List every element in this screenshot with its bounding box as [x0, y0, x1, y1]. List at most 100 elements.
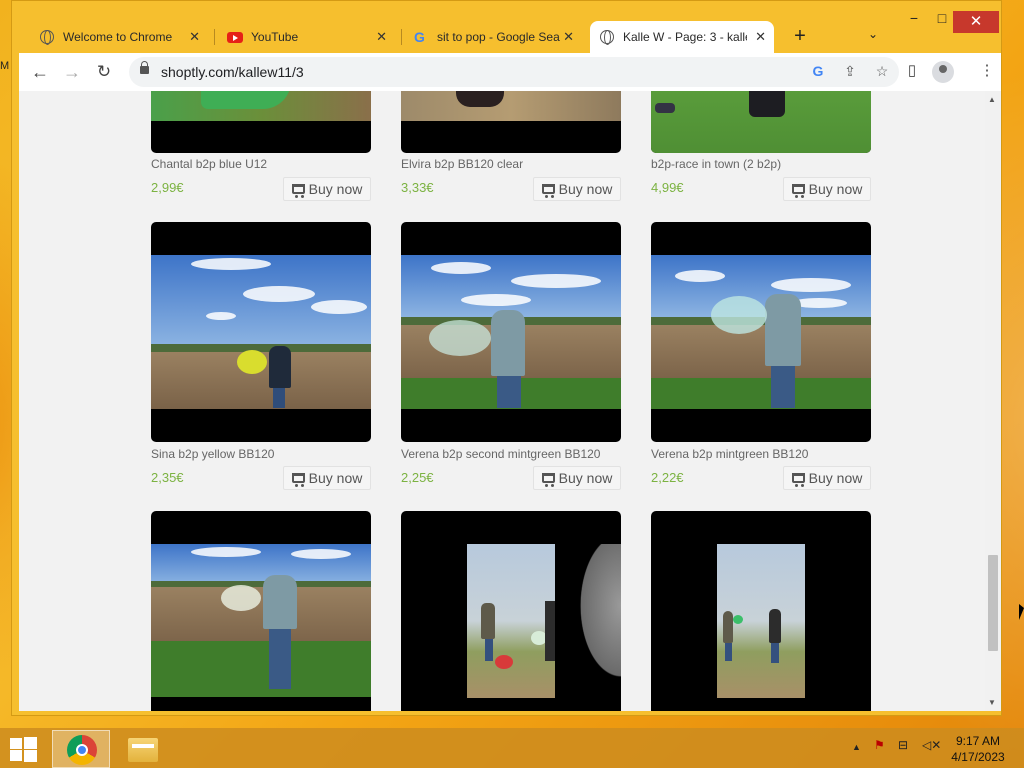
product-card[interactable]: Elvira b2p BB120 clear 3,33€ Buy now [401, 91, 621, 201]
cart-icon [541, 473, 555, 487]
back-button[interactable]: ← [29, 61, 51, 83]
product-thumbnail[interactable] [151, 222, 371, 442]
page-scrollbar[interactable]: ▲ ▼ [985, 91, 1001, 711]
cart-icon [791, 473, 805, 487]
product-price: 2,99€ [151, 180, 184, 195]
volume-muted-icon[interactable]: ◁✕ [922, 738, 941, 752]
buy-now-button[interactable]: Buy now [283, 177, 371, 201]
close-icon[interactable]: ✕ [189, 29, 200, 45]
product-thumbnail[interactable] [401, 91, 621, 153]
product-card[interactable]: Sina b2p yellow BB120 2,35€ Buy now [151, 222, 371, 490]
tab-kalle-active[interactable]: Kalle W - Page: 3 - kalle ✕ [590, 21, 774, 53]
browser-window: Welcome to Chrome ✕ YouTube ✕ G sit to p… [11, 0, 1002, 716]
share-icon[interactable]: ⇪ [841, 63, 859, 80]
product-thumbnail[interactable] [151, 91, 371, 153]
show-hidden-icons-arrow-icon[interactable]: ▲ [852, 742, 861, 752]
side-panel-icon[interactable]: ▯ [901, 61, 923, 79]
buy-now-label: Buy now [558, 470, 613, 486]
tab-welcome[interactable]: Welcome to Chrome ✕ [30, 21, 208, 53]
youtube-icon [227, 31, 243, 43]
bookmark-star-icon[interactable]: ☆ [873, 63, 891, 80]
product-thumbnail[interactable] [651, 511, 871, 711]
tab-separator [401, 29, 402, 45]
action-center-flag-icon[interactable]: ⚑ [874, 738, 885, 752]
close-icon[interactable]: ✕ [755, 29, 766, 45]
scrollbar-thumb[interactable] [988, 555, 998, 651]
cart-icon [541, 184, 555, 198]
google-icon: G [414, 29, 425, 45]
start-button[interactable] [8, 736, 38, 762]
tab-title: Welcome to Chrome [63, 30, 173, 44]
product-thumbnail[interactable] [401, 511, 621, 711]
lock-icon [140, 61, 149, 74]
buy-now-label: Buy now [808, 470, 863, 486]
buy-now-label: Buy now [558, 181, 613, 197]
buy-now-button[interactable]: Buy now [783, 177, 871, 201]
product-card[interactable] [401, 511, 621, 711]
product-price: 2,22€ [651, 470, 684, 485]
product-title[interactable]: Verena b2p mintgreen BB120 [651, 447, 808, 461]
product-price: 2,25€ [401, 470, 434, 485]
scroll-up-arrow-icon[interactable]: ▲ [988, 95, 996, 104]
product-thumbnail[interactable] [651, 91, 871, 153]
taskbar-chrome-button[interactable] [52, 730, 110, 768]
cart-icon [791, 184, 805, 198]
menu-kebab-icon[interactable]: ⋮ [976, 61, 998, 79]
folder-icon [128, 738, 158, 762]
browser-toolbar: ← → ↻ shoptly.com/kallew11/3 G ⇪ ☆ ▯ ⋮ [19, 53, 1001, 91]
product-title[interactable]: Sina b2p yellow BB120 [151, 447, 274, 461]
url-text[interactable]: shoptly.com/kallew11/3 [161, 64, 304, 80]
buy-now-label: Buy now [308, 470, 363, 486]
product-title[interactable]: Elvira b2p BB120 clear [401, 157, 523, 171]
tab-google-search[interactable]: G sit to pop - Google Sea ✕ [404, 21, 582, 53]
product-price: 2,35€ [151, 470, 184, 485]
product-card[interactable]: Verena b2p second mintgreen BB120 2,25€ … [401, 222, 621, 490]
tab-youtube[interactable]: YouTube ✕ [217, 21, 395, 53]
product-thumbnail[interactable] [651, 222, 871, 442]
forward-button[interactable]: → [61, 61, 83, 83]
system-clock[interactable]: 9:17 AM 4/17/2023 [948, 733, 1008, 765]
buy-now-button[interactable]: Buy now [783, 466, 871, 490]
product-thumbnail[interactable] [151, 511, 371, 711]
product-price: 4,99€ [651, 180, 684, 195]
close-icon[interactable]: ✕ [563, 29, 574, 45]
windows-taskbar: ▲ ⚑ ⊟ ◁✕ 9:17 AM 4/17/2023 [0, 728, 1024, 768]
taskbar-file-explorer-button[interactable] [116, 730, 174, 768]
product-card[interactable] [151, 511, 371, 711]
buy-now-button[interactable]: Buy now [533, 177, 621, 201]
product-card[interactable]: Chantal b2p blue U12 2,99€ Buy now [151, 91, 371, 201]
tab-title: Kalle W - Page: 3 - kalle [623, 30, 747, 44]
product-title[interactable]: Chantal b2p blue U12 [151, 157, 267, 171]
cart-icon [291, 473, 305, 487]
chrome-icon [67, 735, 97, 765]
buy-now-button[interactable]: Buy now [533, 466, 621, 490]
new-tab-button[interactable]: + [788, 25, 812, 48]
reload-button[interactable]: ↻ [93, 61, 115, 83]
product-title[interactable]: Verena b2p second mintgreen BB120 [401, 447, 600, 461]
tab-search-button[interactable]: ⌄ [868, 27, 878, 41]
address-bar[interactable]: shoptly.com/kallew11/3 G ⇪ ☆ [129, 57, 899, 87]
google-lens-icon[interactable]: G [809, 63, 827, 79]
clock-time: 9:17 AM [955, 734, 1001, 748]
profile-avatar[interactable] [932, 61, 954, 83]
globe-icon [40, 30, 54, 45]
product-card[interactable]: Verena b2p mintgreen BB120 2,22€ Buy now [651, 222, 871, 490]
product-thumbnail[interactable] [401, 222, 621, 442]
cart-icon [291, 184, 305, 198]
scroll-down-arrow-icon[interactable]: ▼ [988, 698, 996, 707]
windows-logo-icon [10, 738, 22, 749]
mouse-cursor-icon [1019, 604, 1024, 620]
minimize-button[interactable]: − [902, 10, 926, 32]
tab-strip: Welcome to Chrome ✕ YouTube ✕ G sit to p… [12, 1, 1001, 53]
close-window-button[interactable]: ✕ [953, 11, 999, 33]
product-title[interactable]: b2p-race in town (2 b2p) [651, 157, 781, 171]
maximize-button[interactable]: □ [930, 10, 954, 32]
clock-date: 4/17/2023 [951, 750, 1005, 764]
tab-title: YouTube [251, 30, 299, 44]
product-card[interactable]: b2p-race in town (2 b2p) 4,99€ Buy now [651, 91, 871, 201]
close-icon[interactable]: ✕ [376, 29, 387, 45]
globe-icon [600, 30, 614, 45]
buy-now-button[interactable]: Buy now [283, 466, 371, 490]
network-icon[interactable]: ⊟ [898, 738, 908, 752]
product-card[interactable] [651, 511, 871, 711]
